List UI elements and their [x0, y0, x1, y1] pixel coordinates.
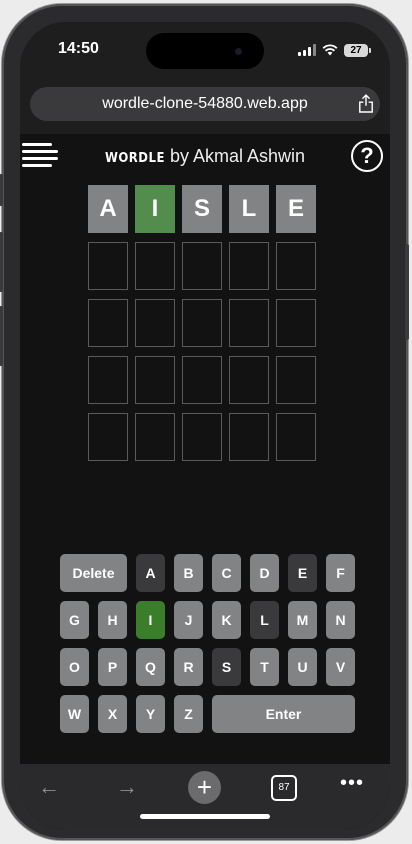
board-tile [229, 242, 269, 290]
on-screen-keyboard: Delete A B C D E F G H I J K L M N O P Q R S T U V W X Y Z Enter [60, 554, 360, 742]
url-field[interactable]: wordle-clone-54880.web.app [30, 87, 380, 121]
key-m[interactable]: M [288, 601, 317, 639]
board-tile [229, 413, 269, 461]
volume-up-button [0, 232, 3, 292]
key-n[interactable]: N [326, 601, 355, 639]
key-s[interactable]: S [212, 648, 241, 686]
board-tile [182, 299, 222, 347]
author-label: by Akmal Ashwin [164, 146, 306, 166]
board-tile: S [182, 185, 222, 233]
back-icon[interactable]: ← [36, 774, 62, 800]
keyboard-row: GHIJKLMN [60, 601, 360, 639]
key-t[interactable]: T [250, 648, 279, 686]
board-tile [135, 299, 175, 347]
board-tile [88, 299, 128, 347]
board-tile [229, 299, 269, 347]
key-c[interactable]: C [212, 554, 241, 592]
keyboard-row: W X Y Z Enter [60, 695, 360, 733]
board-tile [135, 413, 175, 461]
board-row [88, 299, 316, 347]
key-v[interactable]: V [326, 648, 355, 686]
key-d[interactable]: D [250, 554, 279, 592]
more-menu-icon[interactable]: ••• [340, 772, 364, 795]
key-r[interactable]: R [174, 648, 203, 686]
board-tile [229, 356, 269, 404]
key-g[interactable]: G [60, 601, 89, 639]
wifi-icon [322, 44, 338, 56]
key-z[interactable]: Z [174, 695, 203, 733]
key-delete[interactable]: Delete [60, 554, 127, 592]
help-icon[interactable]: ? [351, 140, 383, 172]
board-tile: L [229, 185, 269, 233]
board-tile [276, 242, 316, 290]
key-y[interactable]: Y [136, 695, 165, 733]
action-button [0, 174, 3, 206]
phone-frame: 14:50 27 wordle-clone-54880.web.app WORD… [0, 4, 409, 840]
tabs-button[interactable]: 87 [271, 775, 297, 801]
status-time: 14:50 [58, 40, 99, 57]
browser-address-bar: wordle-clone-54880.web.app [20, 78, 390, 134]
key-l[interactable]: L [250, 601, 279, 639]
page-title: WORDLE by Akmal Ashwin [20, 146, 390, 167]
board-tile [135, 242, 175, 290]
keyboard-row: OPQRSTUV [60, 648, 360, 686]
battery-icon: 27 [344, 43, 371, 57]
forward-icon[interactable]: → [114, 774, 140, 800]
key-j[interactable]: J [174, 601, 203, 639]
new-tab-button[interactable]: + [188, 771, 221, 804]
key-b[interactable]: B [174, 554, 203, 592]
board-row [88, 356, 316, 404]
key-a[interactable]: A [136, 554, 165, 592]
power-button [405, 244, 409, 340]
share-icon[interactable] [358, 94, 374, 114]
board-tile [88, 413, 128, 461]
key-e[interactable]: E [288, 554, 317, 592]
board-tile [135, 356, 175, 404]
key-q[interactable]: Q [136, 648, 165, 686]
board-tile [182, 413, 222, 461]
browser-toolbar: ← → + 87 ••• [20, 764, 390, 830]
key-x[interactable]: X [98, 695, 127, 733]
keyboard-row: Delete A B C D E F [60, 554, 360, 592]
key-o[interactable]: O [60, 648, 89, 686]
game-board: AISLE [88, 185, 316, 470]
board-tile [276, 299, 316, 347]
brand-label: WORDLE [104, 151, 165, 166]
key-u[interactable]: U [288, 648, 317, 686]
board-row [88, 413, 316, 461]
board-tile [276, 356, 316, 404]
board-tile [182, 356, 222, 404]
board-tile: E [276, 185, 316, 233]
board-tile: I [135, 185, 175, 233]
wordle-app: WORDLE by Akmal Ashwin ? AISLE Delete A B C… [20, 134, 390, 764]
board-tile [88, 242, 128, 290]
volume-down-button [0, 306, 3, 366]
board-row: AISLE [88, 185, 316, 233]
key-f[interactable]: F [326, 554, 355, 592]
board-row [88, 242, 316, 290]
status-icons: 27 [298, 43, 371, 57]
key-h[interactable]: H [98, 601, 127, 639]
screen: 14:50 27 wordle-clone-54880.web.app WORD… [20, 22, 390, 830]
board-tile [182, 242, 222, 290]
key-p[interactable]: P [98, 648, 127, 686]
key-k[interactable]: K [212, 601, 241, 639]
key-w[interactable]: W [60, 695, 89, 733]
board-tile: A [88, 185, 128, 233]
board-tile [276, 413, 316, 461]
camera-dot [235, 48, 242, 55]
key-i[interactable]: I [136, 601, 165, 639]
home-indicator [140, 814, 270, 819]
board-tile [88, 356, 128, 404]
status-bar: 14:50 27 [20, 22, 390, 78]
signal-icon [298, 44, 316, 56]
key-enter[interactable]: Enter [212, 695, 355, 733]
dynamic-island [146, 33, 264, 69]
